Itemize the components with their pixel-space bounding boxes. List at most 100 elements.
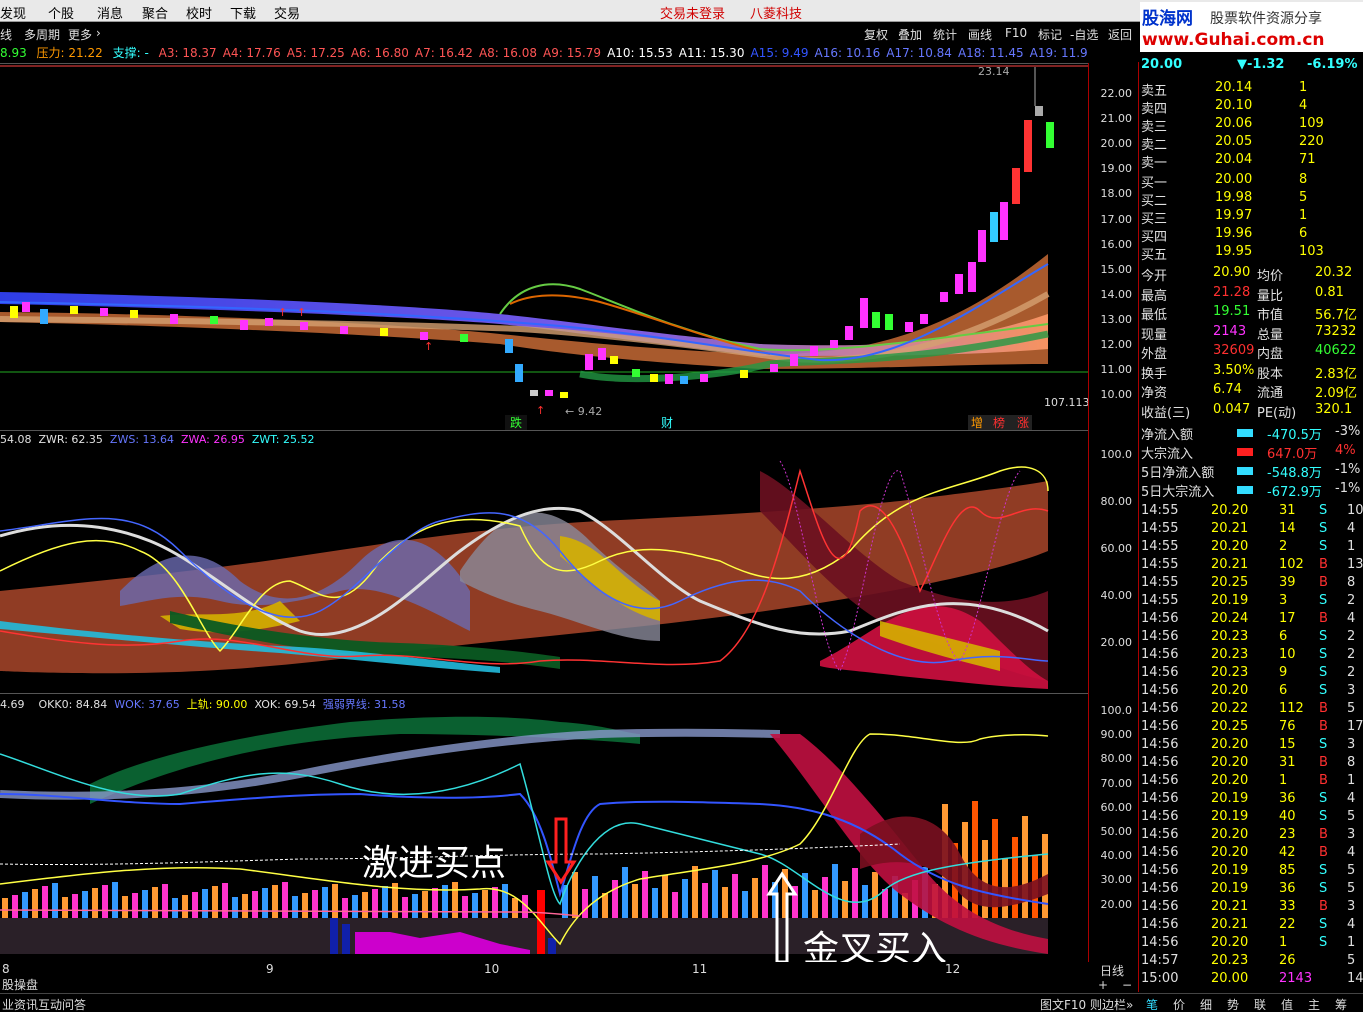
tick-price: 20.23 xyxy=(1211,647,1249,662)
status-qa[interactable]: 互动问答 xyxy=(38,996,86,1012)
menu-discover[interactable]: 发现 xyxy=(0,3,26,22)
volume-bar xyxy=(272,885,278,918)
volume-bar xyxy=(462,896,468,918)
main-kline-chart[interactable]: 23.14 ← 9.42 107.113 ↑ ↑ ↑ ↑ 跌 财 增 榜 涨 xyxy=(0,63,1088,431)
tick-side: S xyxy=(1319,809,1328,824)
side-row: 14:56 20.20 15 S 3 xyxy=(1139,737,1363,756)
tool-stats[interactable]: 统计 xyxy=(933,26,957,43)
buy-level-label: 买四 xyxy=(1141,230,1168,245)
tick-volume: 31 xyxy=(1279,755,1296,770)
tick-count: 5 xyxy=(1347,953,1356,968)
side-tab[interactable]: 势 xyxy=(1227,996,1239,1012)
sell-price: 20.04 xyxy=(1215,152,1253,167)
side-row: 最高 21.28 量比 0.81 xyxy=(1139,285,1363,304)
volume-bar xyxy=(692,866,698,918)
tool-watchlist[interactable]: -自选 xyxy=(1070,26,1098,43)
buy-volume: 1 xyxy=(1299,208,1308,223)
period-selector[interactable]: 日线 xyxy=(1100,962,1124,979)
side-tab[interactable]: 筹 xyxy=(1335,996,1347,1012)
volume-bar xyxy=(572,872,578,918)
y-axis-label: 100.0 xyxy=(1100,448,1133,461)
stat-value: 3.50% xyxy=(1213,362,1255,378)
y-axis-label: 70.00 xyxy=(1100,776,1133,790)
buy-level-label: 买三 xyxy=(1141,212,1168,227)
volume-bar xyxy=(612,880,618,918)
y-axis-label: 21.00 xyxy=(1100,112,1133,126)
indicator-pane-zw[interactable]: 54.08 ZWR: 62.35 ZWS: 13.64 ZWA: 26.95 Z… xyxy=(0,430,1088,693)
side-tab[interactable]: 细 xyxy=(1200,996,1212,1012)
marker-increase[interactable]: 增 xyxy=(971,416,983,430)
tick-count: 3 xyxy=(1347,827,1356,842)
side-tab[interactable]: 主 xyxy=(1308,996,1320,1012)
zoom-in-icon[interactable]: + xyxy=(1098,978,1108,992)
sell-volume: 220 xyxy=(1299,134,1324,149)
candlestick xyxy=(770,364,778,372)
y-axis-label: 40.00 xyxy=(1100,589,1133,602)
y-axis-label: 20.00 xyxy=(1100,636,1133,649)
side-tab[interactable]: 联 xyxy=(1254,996,1266,1012)
volume-bar xyxy=(672,892,678,918)
tool-restore-rights[interactable]: 复权 xyxy=(864,26,888,43)
volume-bar xyxy=(812,890,818,918)
marker-limit-up[interactable]: 涨 xyxy=(1017,415,1029,430)
tool-back[interactable]: 返回 xyxy=(1108,26,1132,43)
sell-volume: 4 xyxy=(1299,98,1308,113)
side-row: 卖一 20.04 71 xyxy=(1139,152,1363,171)
candlestick xyxy=(790,354,798,366)
side-row: 买二 19.98 5 xyxy=(1139,190,1363,209)
candlestick xyxy=(130,310,138,318)
flow-value: 647.0万 xyxy=(1267,447,1318,462)
tool-mark[interactable]: 标记 xyxy=(1038,26,1062,43)
main-price-axis: 22.00 21.00 20.00 19.00 18.00 17.00 16.00 15.00… xyxy=(1088,63,1138,430)
status-f10-sidebar[interactable]: 图文F10 则边栏» xyxy=(1040,996,1133,1012)
tool-line[interactable]: 线 xyxy=(0,26,12,43)
tick-price: 20.20 xyxy=(1211,827,1249,842)
volume-bar xyxy=(712,870,718,918)
tool-overlay[interactable]: 叠加 xyxy=(898,26,922,43)
sell-price: 20.05 xyxy=(1215,134,1253,149)
tick-count: 8 xyxy=(1347,755,1356,770)
menu-stock[interactable]: 个股 xyxy=(48,3,74,22)
chevron-right-icon[interactable]: › xyxy=(96,26,101,40)
tick-time: 14:56 xyxy=(1141,845,1179,860)
candlestick xyxy=(100,308,108,316)
side-tab[interactable]: 价 xyxy=(1173,996,1185,1012)
marker-finance[interactable]: 财 xyxy=(661,416,673,430)
sell-volume: 109 xyxy=(1299,116,1324,131)
tick-volume: 31 xyxy=(1279,503,1296,518)
login-status[interactable]: 交易未登录 xyxy=(660,3,725,22)
menu-time-sync[interactable]: 校时 xyxy=(186,3,212,22)
tab-trade-panel[interactable]: 股操盘 xyxy=(2,976,38,993)
candlestick xyxy=(1046,122,1054,148)
tool-more[interactable]: 更多 xyxy=(68,26,92,43)
menu-news[interactable]: 消息 xyxy=(97,3,123,22)
menu-trade[interactable]: 交易 xyxy=(274,3,300,22)
side-row: 外盘 32609 内盘 40622 xyxy=(1139,343,1363,362)
y-axis-label: 60.00 xyxy=(1100,542,1133,555)
zoom-out-icon[interactable]: − xyxy=(1122,978,1132,992)
candlestick xyxy=(978,230,986,262)
side-tab[interactable]: 笔 xyxy=(1146,996,1158,1012)
indicator-pane-okk[interactable]: 4.69 OKK0: 84.84 WOK: 37.65 上轨: 90.00 XO… xyxy=(0,693,1088,970)
status-news[interactable]: 业资讯 xyxy=(2,996,38,1012)
tool-f10[interactable]: F10 xyxy=(1005,26,1027,40)
menu-aggregate[interactable]: 聚合 xyxy=(142,3,168,22)
support-value: 支撑: - xyxy=(112,46,149,60)
side-tab[interactable]: 值 xyxy=(1281,996,1293,1012)
marker-ranking[interactable]: 榜 xyxy=(993,415,1005,430)
menu-download[interactable]: 下载 xyxy=(230,3,256,22)
flow-bar xyxy=(1237,486,1253,494)
side-row: 卖二 20.05 220 xyxy=(1139,134,1363,153)
tool-multi-period[interactable]: 多周期 xyxy=(24,26,60,43)
volume-bar xyxy=(342,898,348,918)
tick-count: 3 xyxy=(1347,899,1356,914)
tool-draw[interactable]: 画线 xyxy=(968,26,992,43)
volume-bar xyxy=(832,864,838,918)
bottom-right-value: 107.113 xyxy=(1044,396,1088,409)
marker-fall[interactable]: 跌 xyxy=(510,415,522,430)
y-axis-label: 18.00 xyxy=(1100,187,1133,201)
logo-url: www.Guhai.com.cn xyxy=(1142,30,1325,50)
tick-side: S xyxy=(1319,629,1328,644)
tick-count: 4 xyxy=(1347,791,1356,806)
y-axis-label: 12.00 xyxy=(1100,338,1133,351)
